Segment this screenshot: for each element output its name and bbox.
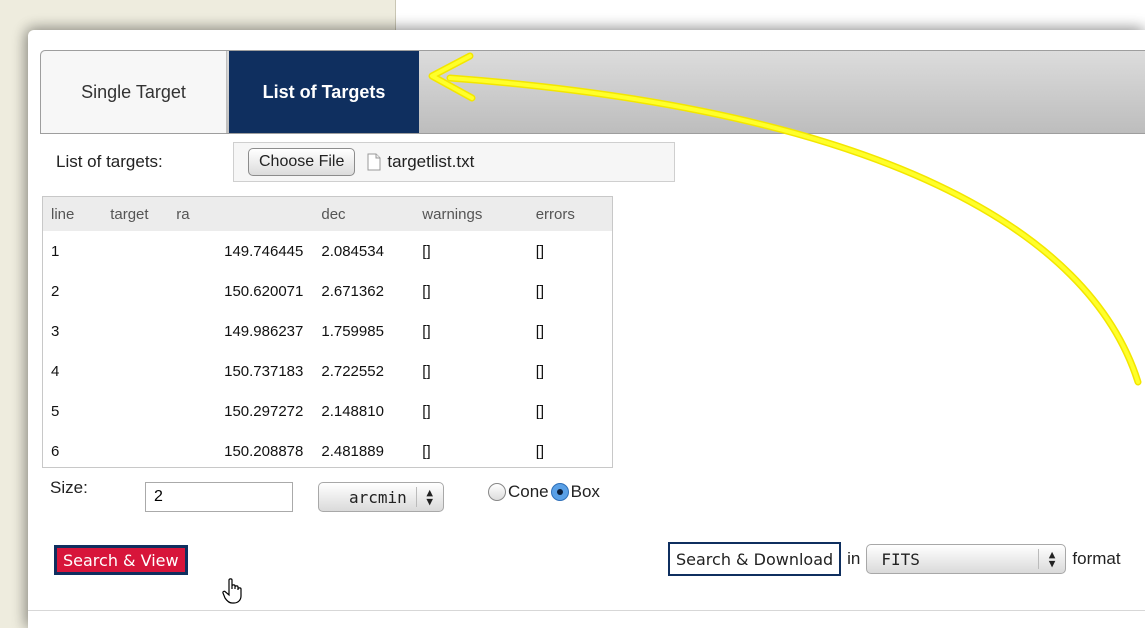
table-row: 6 150.208878 2.481889 [] [] <box>43 431 612 467</box>
cell-warnings: [] <box>422 322 431 340</box>
file-name: targetlist.txt <box>387 152 475 171</box>
header-target: target <box>102 197 169 231</box>
list-of-targets-label: List of targets: <box>56 152 163 171</box>
cell-dec: 1.759985 <box>321 322 384 340</box>
download-group: Search & Download in FITS ▲ ▼ format <box>668 542 1121 576</box>
table-row: 2 150.620071 2.671362 [] [] <box>43 271 612 311</box>
cell-dec: 2.671362 <box>321 282 384 300</box>
header-errors: errors <box>527 197 612 231</box>
header-line: line <box>43 197 103 231</box>
cell-line: 4 <box>51 362 60 380</box>
cell-warnings: [] <box>422 242 431 260</box>
select-arrows-icon: ▲ ▼ <box>1048 548 1056 570</box>
table-row: 3 149.986237 1.759985 [] [] <box>43 311 612 351</box>
cell-target <box>102 351 168 391</box>
hand-cursor-icon <box>222 578 242 604</box>
cell-errors: [] <box>535 242 545 260</box>
header-warnings: warnings <box>414 197 528 231</box>
radio-box-label: Box <box>570 482 600 501</box>
file-input[interactable]: Choose File targetlist.txt <box>233 142 675 182</box>
size-label: Size: <box>50 478 88 497</box>
cell-ra: 150.208878 <box>224 442 304 460</box>
cell-dec: 2.084534 <box>321 242 384 260</box>
cell-ra: 149.986237 <box>224 322 304 340</box>
choose-file-button[interactable]: Choose File <box>248 148 356 176</box>
select-divider <box>416 487 417 507</box>
format-select[interactable]: FITS ▲ ▼ <box>866 544 1067 574</box>
size-input[interactable] <box>145 482 293 512</box>
cell-dec: 2.481889 <box>321 442 384 460</box>
radio-box[interactable] <box>550 483 569 501</box>
cell-dec: 2.148810 <box>321 402 384 420</box>
file-row: List of targets: Choose File targetlist.… <box>56 142 675 182</box>
targets-table: line target ra dec warnings errors 1 149… <box>43 197 612 467</box>
document-icon <box>367 153 381 171</box>
format-select-value: FITS <box>881 549 920 569</box>
cell-ra: 150.620071 <box>224 282 304 300</box>
format-label: format <box>1072 549 1121 568</box>
divider <box>28 610 1145 611</box>
search-view-button[interactable]: Search & View <box>54 545 188 575</box>
cell-target <box>102 231 168 271</box>
cell-ra: 149.746445 <box>224 242 304 260</box>
tab-single-target[interactable]: Single Target <box>41 51 227 133</box>
cell-ra: 150.737183 <box>224 362 304 380</box>
table-row: 4 150.737183 2.722552 [] [] <box>43 351 612 391</box>
cell-dec: 2.722552 <box>321 362 384 380</box>
tab-list-of-targets[interactable]: List of Targets <box>229 51 419 133</box>
cell-warnings: [] <box>422 282 431 300</box>
cell-line: 3 <box>51 322 60 340</box>
cell-errors: [] <box>535 282 545 300</box>
cell-target <box>102 391 168 431</box>
cell-line: 2 <box>51 282 60 300</box>
cell-line: 1 <box>51 242 60 260</box>
tab-bar: Single Target List of Targets <box>40 50 1145 134</box>
select-arrows-icon: ▲ ▼ <box>426 486 433 508</box>
cell-errors: [] <box>535 362 545 380</box>
cell-warnings: [] <box>422 402 431 420</box>
cell-errors: [] <box>535 442 545 460</box>
table-header-row: line target ra dec warnings errors <box>43 197 612 231</box>
targets-table-container[interactable]: line target ra dec warnings errors 1 149… <box>42 196 613 468</box>
in-label: in <box>847 549 861 568</box>
shape-radio-group: Cone Box <box>488 482 600 502</box>
unit-select[interactable]: arcmin ▲ ▼ <box>318 482 444 512</box>
cell-line: 6 <box>51 442 60 460</box>
cell-errors: [] <box>535 322 545 340</box>
radio-cone-label: Cone <box>508 482 549 501</box>
cell-target <box>102 431 168 467</box>
cell-target <box>102 271 168 311</box>
table-row: 5 150.297272 2.148810 [] [] <box>43 391 612 431</box>
search-download-button[interactable]: Search & Download <box>668 542 842 576</box>
cell-errors: [] <box>535 402 545 420</box>
search-panel: Single Target List of Targets List of ta… <box>28 30 1145 628</box>
table-row: 1 149.746445 2.084534 [] [] <box>43 231 612 271</box>
cell-warnings: [] <box>422 442 431 460</box>
header-ra: ra <box>168 197 314 231</box>
radio-cone[interactable] <box>488 483 506 501</box>
header-dec: dec <box>313 197 415 231</box>
cell-warnings: [] <box>422 362 431 380</box>
unit-select-value: arcmin <box>349 487 407 507</box>
cell-ra: 150.297272 <box>224 402 304 420</box>
select-divider <box>1038 549 1040 569</box>
cell-line: 5 <box>51 402 60 420</box>
cell-target <box>102 311 168 351</box>
